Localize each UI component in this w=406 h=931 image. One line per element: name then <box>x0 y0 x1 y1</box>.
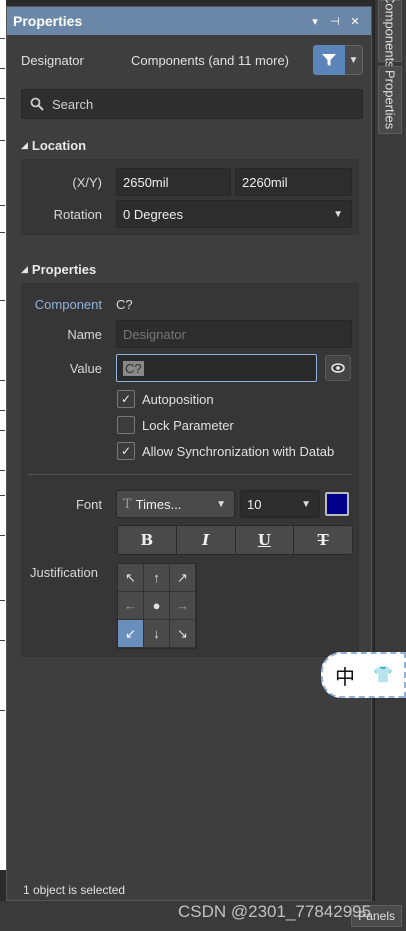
value-text: C? <box>123 360 144 376</box>
search-placeholder: Search <box>52 96 94 112</box>
autoposition-checkbox[interactable]: ✓ <box>117 390 135 408</box>
name-label: Name <box>67 326 102 342</box>
ime-chinese-mode-icon[interactable]: 中 <box>335 661 355 690</box>
justification-row: Justification ↖ ↑ ↗ ← ● → ↙ ↓ ↘ <box>22 563 358 649</box>
chevron-down-icon: ▼ <box>301 499 311 510</box>
rotation-select[interactable]: 0 Degrees ▼ <box>116 200 352 228</box>
autoposition-row[interactable]: ✓ Autoposition <box>22 386 358 412</box>
truetype-icon: T <box>123 496 132 512</box>
y-field[interactable]: 2260mil <box>235 168 352 196</box>
name-placeholder: Designator <box>123 326 186 342</box>
ime-toolbar[interactable]: 中 👕 <box>321 652 406 698</box>
tab-components[interactable]: Components <box>378 0 402 68</box>
allow-sync-checkbox[interactable]: ✓ <box>117 442 135 460</box>
value-field[interactable]: C? <box>116 354 317 382</box>
ime-skin-icon[interactable]: 👕 <box>373 665 393 685</box>
properties-box: Component C? Name Designator Value C? ✓ … <box>21 283 359 657</box>
justify-middle-left-icon[interactable]: ← <box>118 592 144 620</box>
font-family-select[interactable]: T Times... ▼ <box>116 490 235 518</box>
xy-row: (X/Y) 2650mil 2260mil <box>22 166 358 198</box>
panel-titlebar: Properties ▾ ⊣ ✕ <box>7 7 371 35</box>
justify-center-icon[interactable]: ● <box>144 592 170 620</box>
location-box: (X/Y) 2650mil 2260mil Rotation 0 Degrees… <box>21 159 359 235</box>
properties-header-label: Properties <box>31 261 97 277</box>
justification-label: Justification <box>30 565 98 580</box>
component-row: Component C? <box>22 290 358 318</box>
chevron-down-icon: ▼ <box>333 209 343 220</box>
name-field[interactable]: Designator <box>116 320 352 348</box>
justification-grid: ↖ ↑ ↗ ← ● → ↙ ↓ ↘ <box>117 563 197 649</box>
location-section-header[interactable]: ◢ Location <box>7 131 371 159</box>
component-label: Component <box>34 296 102 312</box>
pin-icon[interactable]: ⊣ <box>325 15 345 28</box>
designator-label: Designator <box>21 52 84 68</box>
justify-middle-right-icon[interactable]: → <box>170 592 196 620</box>
justify-bottom-center-icon[interactable]: ↓ <box>144 620 170 648</box>
justify-top-right-icon[interactable]: ↗ <box>170 564 196 592</box>
panel-menu-icon[interactable]: ▾ <box>305 15 325 28</box>
italic-button[interactable]: I <box>177 526 236 554</box>
allow-sync-label: Allow Synchronization with Datab <box>142 443 335 459</box>
divider <box>28 474 352 475</box>
justify-top-left-icon[interactable]: ↖ <box>118 564 144 592</box>
properties-section-header[interactable]: ◢ Properties <box>7 255 371 283</box>
component-value: C? <box>116 296 133 312</box>
location-header-label: Location <box>31 137 87 153</box>
strikethrough-button[interactable]: T <box>294 526 352 554</box>
visibility-toggle-button[interactable] <box>325 355 351 381</box>
chevron-down-icon: ▼ <box>216 499 226 510</box>
font-row: Font T Times... ▼ 10 ▼ <box>22 487 358 521</box>
designator-row: Designator Components (and 11 more) ▼ <box>7 35 371 85</box>
bold-button[interactable]: B <box>118 526 177 554</box>
rotation-label: Rotation <box>53 206 102 222</box>
rotation-value: 0 Degrees <box>123 206 183 222</box>
watermark: CSDN @2301_77842995 <box>178 902 372 921</box>
rotation-row: Rotation 0 Degrees ▼ <box>22 198 358 230</box>
eye-icon <box>331 363 345 373</box>
justify-top-center-icon[interactable]: ↑ <box>144 564 170 592</box>
filter-icon <box>322 54 336 66</box>
xy-label: (X/Y) <box>72 174 102 190</box>
filter-dropdown-button[interactable]: ▼ <box>345 45 363 75</box>
autoposition-label: Autoposition <box>142 391 214 407</box>
allow-sync-row[interactable]: ✓ Allow Synchronization with Datab <box>22 438 358 464</box>
justify-bottom-right-icon[interactable]: ↘ <box>170 620 196 648</box>
collapse-triangle-icon: ◢ <box>21 263 28 274</box>
filter-button[interactable] <box>313 45 345 75</box>
value-row: Value C? <box>22 350 358 386</box>
selection-status: 1 object is selected <box>23 883 126 897</box>
search-input[interactable]: Search <box>21 89 363 119</box>
format-toolbar: B I U T <box>117 525 353 555</box>
search-icon <box>30 97 44 111</box>
collapse-triangle-icon: ◢ <box>21 139 28 150</box>
x-field[interactable]: 2650mil <box>116 168 231 196</box>
lock-parameter-row[interactable]: Lock Parameter <box>22 412 358 438</box>
underline-button[interactable]: U <box>236 526 295 554</box>
designator-value: Components (and 11 more) <box>131 52 290 68</box>
close-icon[interactable]: ✕ <box>345 15 365 28</box>
justify-bottom-left-icon[interactable]: ↙ <box>118 620 144 648</box>
panel-title: Properties <box>13 13 83 29</box>
font-size-select[interactable]: 10 ▼ <box>240 490 320 518</box>
lock-parameter-checkbox[interactable] <box>117 416 135 434</box>
properties-panel: Properties ▾ ⊣ ✕ Designator Components (… <box>6 6 372 901</box>
tab-properties[interactable]: Properties <box>378 66 402 134</box>
font-size-value: 10 <box>247 496 262 512</box>
font-family-value: Times... <box>135 496 182 512</box>
side-panel-tabs: Components Properties <box>374 0 406 931</box>
name-row: Name Designator <box>22 318 358 350</box>
lock-parameter-label: Lock Parameter <box>142 417 234 433</box>
font-color-swatch[interactable] <box>325 492 349 516</box>
value-label: Value <box>69 360 102 376</box>
font-label: Font <box>75 496 102 512</box>
